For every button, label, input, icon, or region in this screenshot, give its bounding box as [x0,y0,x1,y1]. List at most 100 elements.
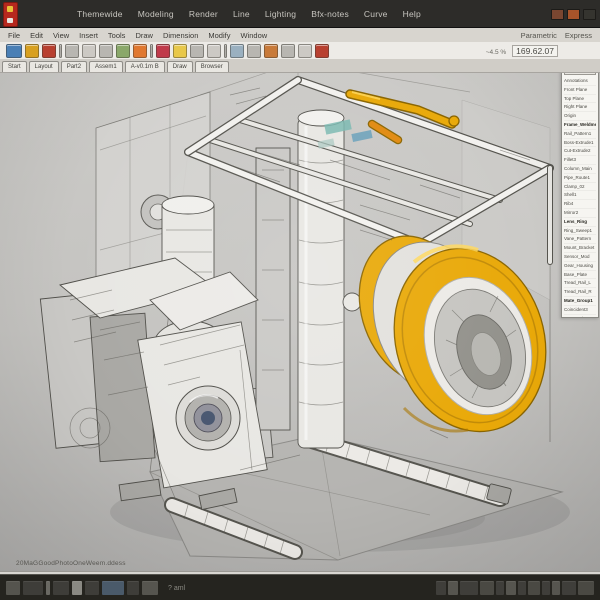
toolbar-icon[interactable] [25,43,39,58]
document-tab[interactable]: A-v0.1m B [124,61,165,72]
taskbar-tray-icon[interactable] [480,581,494,595]
menu-item[interactable]: Express [565,31,592,40]
menu-item[interactable]: Edit [30,31,43,40]
feature-tree-item[interactable]: Mirror2 [564,209,596,218]
titlebar-menu-item[interactable]: Render [189,9,218,19]
taskbar-tray-icon[interactable] [448,581,458,595]
taskbar-icon[interactable] [102,581,124,595]
taskbar-icon[interactable] [23,581,43,595]
window-control-icon[interactable] [583,8,596,20]
toolbar-icon[interactable] [281,43,295,58]
document-tab[interactable]: Layout [28,61,59,72]
toolbar-icon[interactable] [190,43,204,58]
taskbar-tray-icon[interactable] [542,581,550,595]
taskbar-tray-icon[interactable] [528,581,540,595]
taskbar-icon[interactable] [46,581,50,595]
taskbar-tray-icon[interactable] [460,581,478,595]
taskbar-tray-icon[interactable] [578,581,594,595]
feature-tree-item[interactable]: Cut-Extrude2 [564,147,596,157]
taskbar-icon[interactable] [53,581,69,595]
feature-tree-item[interactable]: Concentric5 [564,315,596,317]
feature-tree-item[interactable]: Sensor_Mod [564,253,596,262]
taskbar-icon[interactable] [6,581,20,595]
titlebar-menu-item[interactable]: Curve [364,9,388,19]
taskbar-tray-icon[interactable] [552,581,560,595]
toolbar-icon[interactable] [6,43,22,58]
feature-tree-item[interactable]: Rib4 [564,200,596,209]
menu-item[interactable]: Parametric [521,31,557,40]
window-control-icon[interactable] [551,8,564,20]
taskbar-icon[interactable] [85,581,99,595]
document-tab[interactable]: Assem1 [89,61,123,72]
feature-tree-item[interactable]: Mount_Bracket [564,244,596,253]
taskbar-tray-icon[interactable] [436,581,446,595]
feature-tree-item[interactable]: Boss-Extrude1 [564,139,596,148]
toolbar-icon[interactable] [156,43,170,58]
menu-item[interactable]: File [8,31,20,40]
toolbar-icon[interactable] [116,43,130,58]
menu-item[interactable]: Window [240,31,267,40]
feature-tree-item[interactable]: Ring_Sweep1 [564,227,596,236]
document-tab[interactable]: Draw [166,61,193,72]
feature-tree-item[interactable]: Clamp_02 [564,183,596,192]
toolbar-icon[interactable] [150,43,153,58]
toolbar-icon[interactable] [264,43,278,58]
readout-value[interactable]: 169.62.07 [512,44,558,57]
toolbar-icon[interactable] [224,43,227,58]
titlebar-menu-item[interactable]: Help [403,9,421,19]
taskbar-tray-icon[interactable] [518,581,526,595]
toolbar-icon[interactable] [42,43,56,58]
toolbar-icon[interactable] [59,43,62,58]
feature-tree-item[interactable]: Coincident3 [564,306,596,315]
menu-item[interactable]: Draw [135,31,153,40]
document-tab[interactable]: Part2 [60,61,88,72]
titlebar-menu-item[interactable]: Bfx-notes [311,9,349,19]
menu-item[interactable]: Insert [79,31,98,40]
menu-item[interactable]: Tools [108,31,126,40]
titlebar-menu-item[interactable]: Themewide [77,9,123,19]
window-control-icon[interactable] [567,8,580,20]
viewport-3d[interactable] [0,28,600,574]
feature-tree-item[interactable]: Shell1 [564,191,596,201]
titlebar-menu-item[interactable]: Modeling [138,9,174,19]
toolbar-icon[interactable] [207,43,221,58]
feature-tree-item[interactable]: Fillet3 [564,156,596,165]
feature-tree-item[interactable]: Frame_Weldment [564,121,596,130]
feature-tree-item[interactable]: Tread_Rail_L [564,279,596,289]
menu-item[interactable]: Dimension [163,31,198,40]
feature-tree-item[interactable]: Origin [564,112,596,121]
toolbar-icon[interactable] [133,43,147,58]
feature-tree-item[interactable]: Rail_Pattern1 [564,130,596,139]
taskbar-icon[interactable] [127,581,139,595]
toolbar-icon[interactable] [315,43,329,58]
feature-tree-item[interactable]: Top Plane [564,95,596,104]
toolbar-icon[interactable] [247,43,261,58]
toolbar-icon[interactable] [65,43,79,58]
feature-tree-panel[interactable]: Tree AnnotationsFront PlaneTop PlaneRigh… [561,62,599,318]
toolbar-icon[interactable] [230,43,244,58]
taskbar-tray-icon[interactable] [506,581,516,595]
feature-tree-item[interactable]: Lens_Ring [564,218,596,227]
feature-tree-item[interactable]: Pipe_Route1 [564,174,596,183]
feature-tree-item[interactable]: Vane_Pattern [564,235,596,245]
toolbar-icon[interactable] [173,43,187,58]
toolbar-icon[interactable] [82,43,96,58]
taskbar-tray-icon[interactable] [562,581,576,595]
document-tab[interactable]: Browser [194,61,229,72]
menu-item[interactable]: View [53,31,69,40]
taskbar-tray-icon[interactable] [496,581,504,595]
feature-tree-item[interactable]: Mate_Group1 [564,297,596,306]
taskbar-icon[interactable] [142,581,158,595]
titlebar-menu-item[interactable]: Lighting [265,9,296,19]
feature-tree-item[interactable]: Front Plane [564,86,596,95]
toolbar-icon[interactable] [298,43,312,58]
menu-item[interactable]: Modify [208,31,230,40]
feature-tree-item[interactable]: Tread_Rail_R [564,288,596,297]
toolbar-icon[interactable] [99,43,113,58]
feature-tree-item[interactable]: Column_Main [564,165,596,174]
feature-tree-item[interactable]: Base_Plate [564,271,596,280]
document-tab[interactable]: Start [2,61,27,72]
feature-tree-item[interactable]: Annotations [564,77,596,86]
titlebar-menu-item[interactable]: Line [233,9,250,19]
taskbar-icon[interactable] [72,581,82,595]
